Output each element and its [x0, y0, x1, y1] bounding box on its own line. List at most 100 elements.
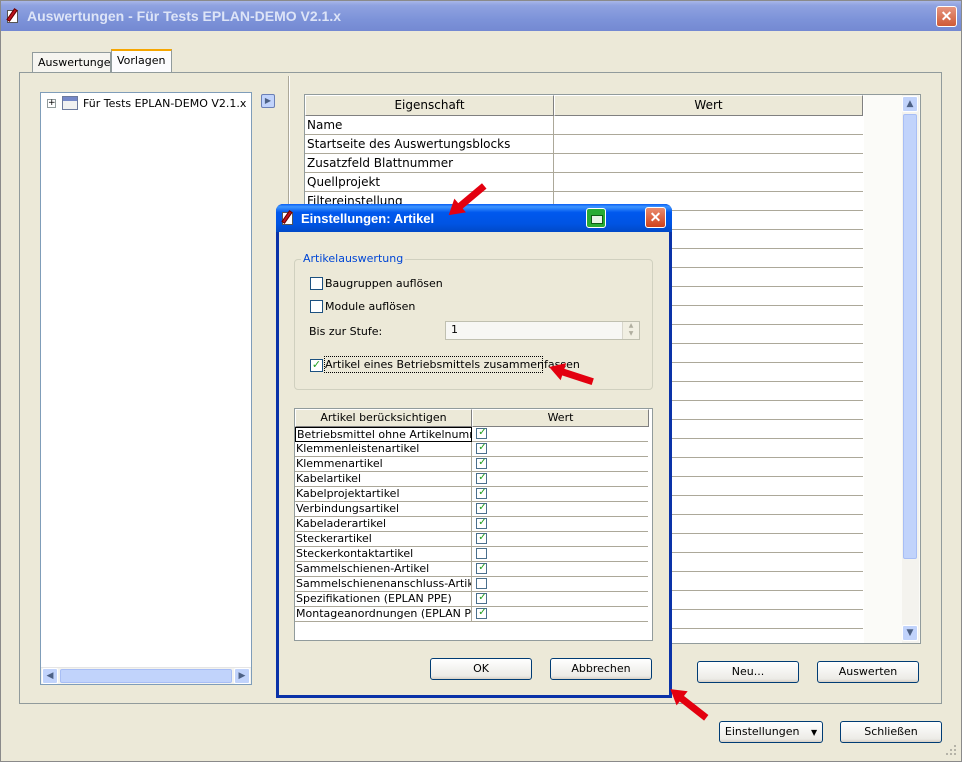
artikel-row-label[interactable]: Spezifikationen (EPLAN PPE) [295, 592, 472, 607]
artikel-row-value[interactable]: ✓ [472, 607, 648, 622]
property-name: Name [305, 116, 554, 134]
artikel-row-label[interactable]: Montageanordnungen (EPLAN PPE) [295, 607, 472, 622]
tree-horizontal-scrollbar[interactable]: ◀ ▶ [41, 667, 251, 684]
artikel-row-value[interactable]: ✓ [472, 532, 648, 547]
tab-auswertungen[interactable]: Auswertungen [32, 52, 118, 72]
property-value[interactable] [554, 135, 863, 153]
artikel-row-label[interactable]: Kabeladerartikel [295, 517, 472, 532]
artikel-row-label[interactable]: Klemmenleistenartikel [295, 442, 472, 457]
spinner-arrows-icon[interactable]: ▲ ▼ [622, 322, 639, 339]
artikel-row-label[interactable]: Kabelprojektartikel [295, 487, 472, 502]
artikel-row-value[interactable]: ✓ [472, 517, 648, 532]
artikel-rows: Betriebsmittel ohne Artikelnummer ✓ Klemme… [295, 427, 648, 622]
artikel-row-label[interactable]: Sammelschienen-Artikel [295, 562, 472, 577]
auswerten-button[interactable]: Auswerten [817, 661, 919, 683]
artikel-checkbox[interactable]: ✓ [476, 532, 487, 544]
property-name: Startseite des Auswertungsblocks [305, 135, 554, 153]
artikel-row-label[interactable]: Steckerartikel [295, 532, 472, 547]
neu-button[interactable]: Neu... [697, 661, 799, 683]
property-value[interactable] [554, 116, 863, 134]
einstellungen-artikel-dialog: Einstellungen: Artikel ✕ Artikelauswertu… [276, 204, 672, 698]
baugruppen-label[interactable]: Baugruppen auflösen [325, 277, 443, 290]
artikel-row-value[interactable]: ✓ [472, 592, 648, 607]
dialog-titlebar[interactable]: Einstellungen: Artikel ✕ [276, 204, 672, 232]
scroll-thumb[interactable] [60, 669, 232, 683]
artikel-table[interactable]: Artikel berücksichtigen Wert Betriebsmit… [294, 408, 653, 641]
tree-root-label[interactable]: Für Tests EPLAN-DEMO V2.1.x [83, 97, 246, 110]
artikel-row-value[interactable] [472, 547, 648, 562]
artikel-checkbox[interactable]: ✓ [476, 427, 487, 439]
main-titlebar[interactable]: Auswertungen - Für Tests EPLAN-DEMO V2.1… [1, 1, 961, 31]
tree-expand-button[interactable]: + [47, 99, 56, 108]
property-value[interactable] [554, 154, 863, 172]
artikel-row-value[interactable]: ✓ [472, 562, 648, 577]
artikel-row-value[interactable]: ✓ [472, 487, 648, 502]
checkmark-icon: ✓ [478, 502, 487, 513]
artikel-checkbox[interactable]: ✓ [476, 592, 487, 604]
property-row[interactable]: Quellprojekt [305, 173, 863, 192]
artikel-checkbox[interactable]: ✓ [476, 487, 487, 499]
artikel-checkbox[interactable]: ✓ [476, 472, 487, 484]
main-close-button[interactable]: ✕ [936, 6, 957, 27]
property-row[interactable]: Zusatzfeld Blattnummer [305, 154, 863, 173]
artikel-checkbox[interactable]: ✓ [476, 457, 487, 469]
checkmark-icon: ✓ [478, 562, 487, 573]
artikel-checkbox[interactable]: ✓ [476, 442, 487, 454]
artikel-checkbox[interactable] [476, 578, 487, 589]
artikel-checkbox[interactable]: ✓ [476, 517, 487, 529]
scroll-left-icon[interactable]: ◀ [42, 668, 58, 684]
column-header-artikel[interactable]: Artikel berücksichtigen [295, 409, 472, 427]
template-tree[interactable]: + Für Tests EPLAN-DEMO V2.1.x ◀ ▶ [40, 92, 252, 685]
artikel-row-value[interactable]: ✓ [472, 442, 648, 457]
column-header-eigenschaft[interactable]: Eigenschaft [305, 95, 554, 116]
artikel-row-label[interactable]: Betriebsmittel ohne Artikelnummer [295, 427, 472, 442]
property-vertical-scrollbar[interactable]: ▲ ▼ [902, 95, 919, 643]
artikel-checkbox[interactable]: ✓ [476, 502, 487, 514]
column-header-wert[interactable]: Wert [472, 409, 649, 427]
property-value[interactable] [554, 173, 863, 191]
module-label[interactable]: Module auflösen [325, 300, 415, 313]
stufe-label: Bis zur Stufe: [309, 325, 383, 338]
abbrechen-button[interactable]: Abbrechen [550, 658, 652, 680]
artikel-row-value[interactable]: ✓ [472, 502, 648, 517]
baugruppen-checkbox[interactable] [310, 277, 323, 290]
artikel-row-value[interactable]: ✓ [472, 457, 648, 472]
stufe-spinner[interactable]: 1 ▲ ▼ [445, 321, 640, 340]
checkmark-icon: ✓ [478, 592, 487, 603]
zusammenfassen-label[interactable]: Artikel eines Betriebsmittels zusammenfa… [325, 358, 580, 371]
artikel-row-value[interactable]: ✓ [472, 427, 648, 442]
zusammenfassen-checkbox[interactable]: ✓ [310, 359, 323, 372]
scroll-right-icon[interactable]: ▶ [234, 668, 250, 684]
artikel-checkbox[interactable]: ✓ [476, 607, 487, 619]
property-name: Zusatzfeld Blattnummer [305, 154, 554, 172]
dialog-title: Einstellungen: Artikel [301, 211, 435, 226]
property-row[interactable]: Name [305, 116, 863, 135]
module-checkbox[interactable] [310, 300, 323, 313]
collapse-tree-button[interactable]: ▶ [261, 94, 275, 108]
column-header-wert[interactable]: Wert [554, 95, 863, 116]
artikel-row-value[interactable] [472, 577, 648, 592]
scroll-up-icon[interactable]: ▲ [902, 96, 918, 112]
artikel-row-label[interactable]: Kabelartikel [295, 472, 472, 487]
artikel-row-label[interactable]: Steckerkontaktartikel [295, 547, 472, 562]
resize-grip-icon[interactable] [946, 745, 958, 757]
ok-button[interactable]: OK [430, 658, 532, 680]
einstellungen-dropdown-button[interactable]: Einstellungen ▼ [719, 721, 823, 743]
artikel-row-label[interactable]: Sammelschienenanschluss-Artikel [295, 577, 472, 592]
scroll-thumb[interactable] [903, 114, 917, 559]
main-window-title: Auswertungen - Für Tests EPLAN-DEMO V2.1… [27, 8, 342, 24]
dropdown-arrow-icon: ▼ [810, 728, 818, 737]
artikel-row-value[interactable]: ✓ [472, 472, 648, 487]
artikel-row-label[interactable]: Verbindungsartikel [295, 502, 472, 517]
dialog-close-button[interactable]: ✕ [645, 207, 666, 228]
print-icon[interactable] [586, 208, 606, 228]
tab-vorlagen[interactable]: Vorlagen [111, 49, 172, 72]
property-row[interactable]: Startseite des Auswertungsblocks [305, 135, 863, 154]
artikel-checkbox[interactable] [476, 548, 487, 559]
checkmark-icon: ✓ [478, 457, 487, 468]
schliessen-button[interactable]: Schließen [840, 721, 942, 743]
artikel-row-label[interactable]: Klemmenartikel [295, 457, 472, 472]
eplan-app-icon [6, 8, 22, 24]
artikel-checkbox[interactable]: ✓ [476, 562, 487, 574]
scroll-down-icon[interactable]: ▼ [902, 625, 918, 641]
